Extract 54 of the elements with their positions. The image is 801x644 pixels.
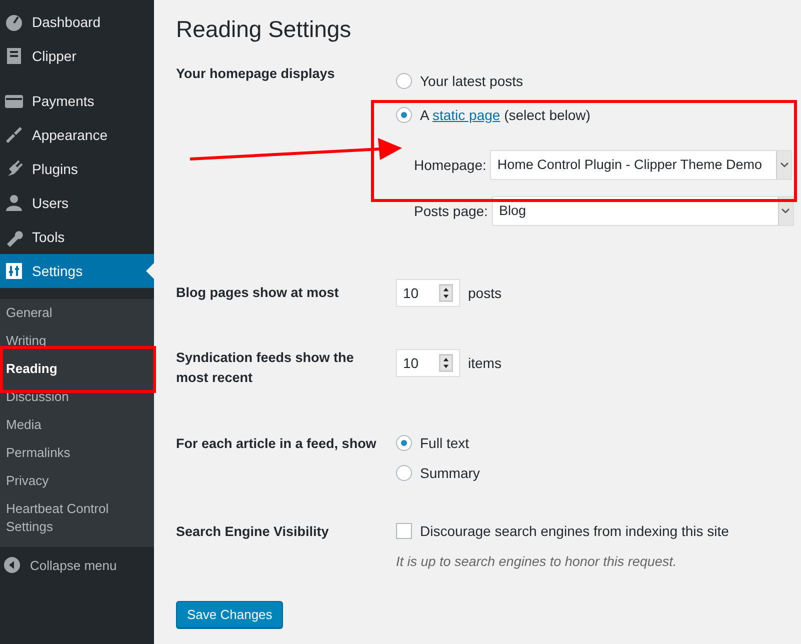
option-label: Your latest posts [420, 73, 523, 89]
number-field[interactable]: 10 [396, 349, 460, 377]
submenu-link[interactable]: Writing [0, 327, 154, 355]
menu-item[interactable]: Tools [0, 220, 154, 254]
collapse-icon [4, 557, 20, 573]
unit-label: items [468, 355, 502, 371]
option-label: A static page (select below) [420, 107, 590, 123]
submenu-link[interactable]: Permalinks [0, 439, 154, 467]
menu-item[interactable]: Plugins [0, 152, 154, 186]
submenu-link[interactable]: Media [0, 411, 154, 439]
menu-icon [4, 125, 24, 145]
submenu-link[interactable]: Heartbeat Control Settings [0, 495, 154, 541]
radio-button[interactable] [396, 107, 412, 123]
static-page-link[interactable]: static page [432, 107, 500, 123]
checkbox[interactable] [396, 523, 412, 539]
spinner-icon [439, 354, 453, 372]
submenu-link[interactable]: Privacy [0, 467, 154, 495]
menu-item[interactable]: Settings [0, 254, 154, 288]
page-select[interactable]: Home Control Plugin - Clipper Theme Demo [490, 150, 792, 180]
menu-item[interactable]: Payments [0, 84, 154, 118]
option-label: Full text [420, 435, 470, 451]
menu-item[interactable]: Appearance [0, 118, 154, 152]
menu-icon [4, 193, 24, 213]
submenu-link[interactable]: General [0, 299, 154, 327]
setting-label: Syndication feeds show the most recent [176, 349, 355, 387]
menu-icon [4, 12, 24, 32]
submenu-link[interactable]: Reading [0, 355, 154, 383]
menu-item[interactable]: Clipper [0, 39, 154, 73]
unit-label: posts [468, 285, 502, 301]
page-title: Reading Settings [176, 15, 352, 44]
setting-label: Your homepage displays [176, 65, 336, 83]
submenu-link[interactable]: Discussion [0, 383, 154, 411]
chevron-icon [781, 208, 790, 214]
setting-label: Blog pages show at most [176, 284, 340, 302]
option-label: Summary [420, 465, 480, 481]
radio-button[interactable] [396, 435, 412, 451]
collapse-menu-button[interactable]: Collapse menu [0, 547, 154, 583]
radio-button[interactable] [396, 465, 412, 481]
spinner-icon [439, 284, 453, 302]
menu-item[interactable]: Dashboard [0, 5, 154, 39]
select-label: Homepage: [414, 157, 486, 173]
chevron-icon [780, 162, 789, 168]
select-label: Posts page: [414, 203, 488, 219]
save-button[interactable]: Save Changes [176, 601, 284, 628]
option-label: Discourage search engines from indexing this site [420, 523, 729, 539]
menu-icon [4, 46, 24, 66]
setting-label: For each article in a feed, show [176, 435, 378, 453]
page-select[interactable]: Blog [492, 196, 794, 226]
number-field[interactable]: 10 [396, 279, 460, 307]
radio-button[interactable] [396, 73, 412, 89]
description-text: It is up to search engines to honor this request. [396, 554, 678, 569]
menu-icon [4, 261, 24, 281]
setting-label: Search Engine Visibility [176, 523, 330, 541]
menu-item[interactable]: Users [0, 186, 154, 220]
